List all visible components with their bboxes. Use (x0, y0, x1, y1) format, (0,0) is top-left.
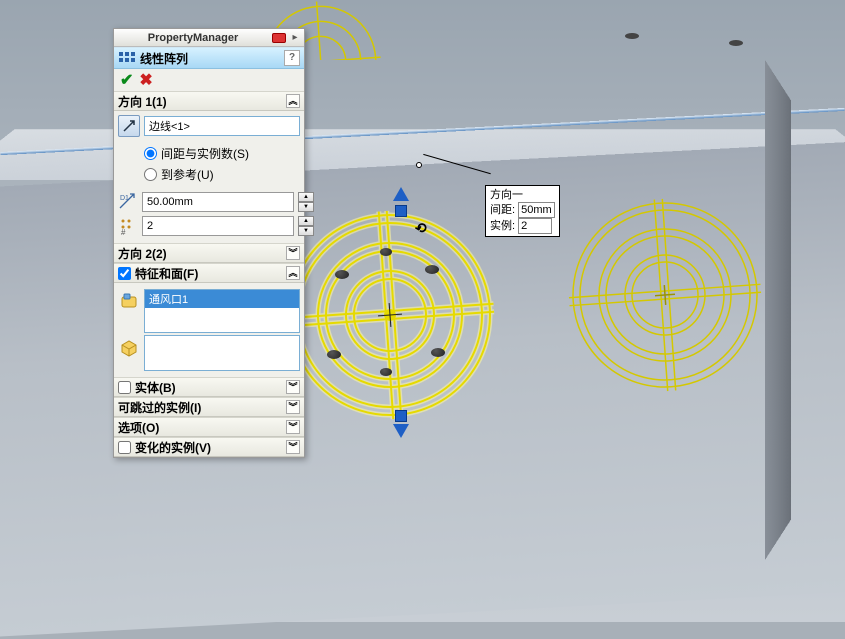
body-icon (118, 335, 140, 357)
pattern-callout[interactable]: 方向一 间距: 50mm 实例: 2 (485, 185, 560, 237)
pm-title: PropertyManager (116, 32, 270, 44)
features-checkbox[interactable] (118, 267, 131, 280)
expand-icon[interactable]: ︾ (286, 380, 300, 394)
spacing-input[interactable] (142, 192, 294, 212)
section-vary-header[interactable]: 变化的实例(V) ︾ (114, 437, 304, 457)
callout-anchor (416, 162, 422, 168)
property-manager-panel: PropertyManager ▸ 线性阵列 ? ✔ ✖ 方向 1(1) ︽ 间… (113, 28, 305, 458)
instances-spinner[interactable]: ▲ ▼ (298, 216, 314, 236)
section-options-title: 选项(O) (118, 419, 286, 436)
instances-icon: # (118, 215, 138, 237)
spacing-up[interactable]: ▲ (298, 192, 314, 202)
section-bodies-title: 实体(B) (135, 379, 286, 396)
spacing-spinner[interactable]: ▲ ▼ (298, 192, 314, 212)
expand-icon[interactable]: ︾ (286, 420, 300, 434)
collapse-icon[interactable]: ︽ (286, 266, 300, 280)
spacing-icon: D1 (118, 191, 138, 213)
section-direction1-body: 间距与实例数(S) 到参考(U) D1 ▲ ▼ # ▲ ▼ (114, 111, 304, 243)
callout-instances-label: 实例: (490, 219, 515, 233)
features-listbox[interactable]: 通风口1 (144, 289, 300, 333)
top-hole (625, 33, 639, 39)
section-skip-header[interactable]: 可跳过的实例(I) ︾ (114, 397, 304, 417)
expand-icon[interactable]: ︾ (286, 246, 300, 260)
section-features-title: 特征和面(F) (135, 265, 286, 282)
reverse-direction-button[interactable] (118, 115, 140, 137)
section-direction2-title: 方向 2(2) (118, 245, 286, 262)
radio-spacing-label: 间距与实例数(S) (161, 145, 249, 162)
section-direction1-header[interactable]: 方向 1(1) ︽ (114, 91, 304, 111)
faces-listbox[interactable] (144, 335, 300, 371)
radio-ref-label: 到参考(U) (161, 166, 214, 183)
section-options-header[interactable]: 选项(O) ︾ (114, 417, 304, 437)
vary-checkbox[interactable] (118, 441, 131, 454)
callout-spacing-value[interactable]: 50mm (518, 202, 555, 218)
section-features-body: 通风口1 (114, 283, 304, 377)
radio-up-to-reference[interactable]: 到参考(U) (144, 164, 300, 185)
pin-icon[interactable] (272, 31, 286, 45)
section-direction2-header[interactable]: 方向 2(2) ︾ (114, 243, 304, 263)
spacing-down[interactable]: ▼ (298, 202, 314, 212)
help-button[interactable]: ? (284, 50, 300, 66)
instances-up[interactable]: ▲ (298, 216, 314, 226)
pm-confirm-bar: ✔ ✖ (114, 69, 304, 91)
ok-button[interactable]: ✔ (120, 70, 133, 90)
section-skip-title: 可跳过的实例(I) (118, 399, 286, 416)
collapse-icon[interactable]: ︽ (286, 94, 300, 108)
instances-down[interactable]: ▼ (298, 226, 314, 236)
direction-edge-input[interactable] (144, 116, 300, 136)
cancel-button[interactable]: ✖ (139, 70, 152, 90)
radio-spacing-instances[interactable]: 间距与实例数(S) (144, 143, 300, 164)
top-hole (729, 40, 743, 46)
instances-input[interactable] (142, 216, 294, 236)
section-vary-title: 变化的实例(V) (135, 439, 286, 456)
svg-text:#: # (121, 228, 126, 236)
expand-right-icon[interactable]: ▸ (288, 31, 302, 45)
pm-feature-header: 线性阵列 ? (114, 47, 304, 69)
feature-icon (118, 289, 140, 311)
linear-pattern-icon (118, 50, 136, 66)
expand-icon[interactable]: ︾ (286, 400, 300, 414)
section-features-header[interactable]: 特征和面(F) ︽ (114, 263, 304, 283)
section-direction1-title: 方向 1(1) (118, 93, 286, 110)
pm-feature-name: 线性阵列 (140, 50, 284, 67)
callout-spacing-label: 间距: (490, 203, 515, 217)
pm-titlebar: PropertyManager ▸ (114, 29, 304, 47)
expand-icon[interactable]: ︾ (286, 440, 300, 454)
callout-instances-value[interactable]: 2 (518, 218, 552, 234)
callout-title: 方向一 (490, 188, 555, 202)
section-bodies-header[interactable]: 实体(B) ︾ (114, 377, 304, 397)
vent-pattern-preview (560, 190, 770, 403)
svg-text:D1: D1 (120, 195, 129, 202)
bodies-checkbox[interactable] (118, 381, 131, 394)
feature-item-selected[interactable]: 通风口1 (145, 290, 299, 308)
